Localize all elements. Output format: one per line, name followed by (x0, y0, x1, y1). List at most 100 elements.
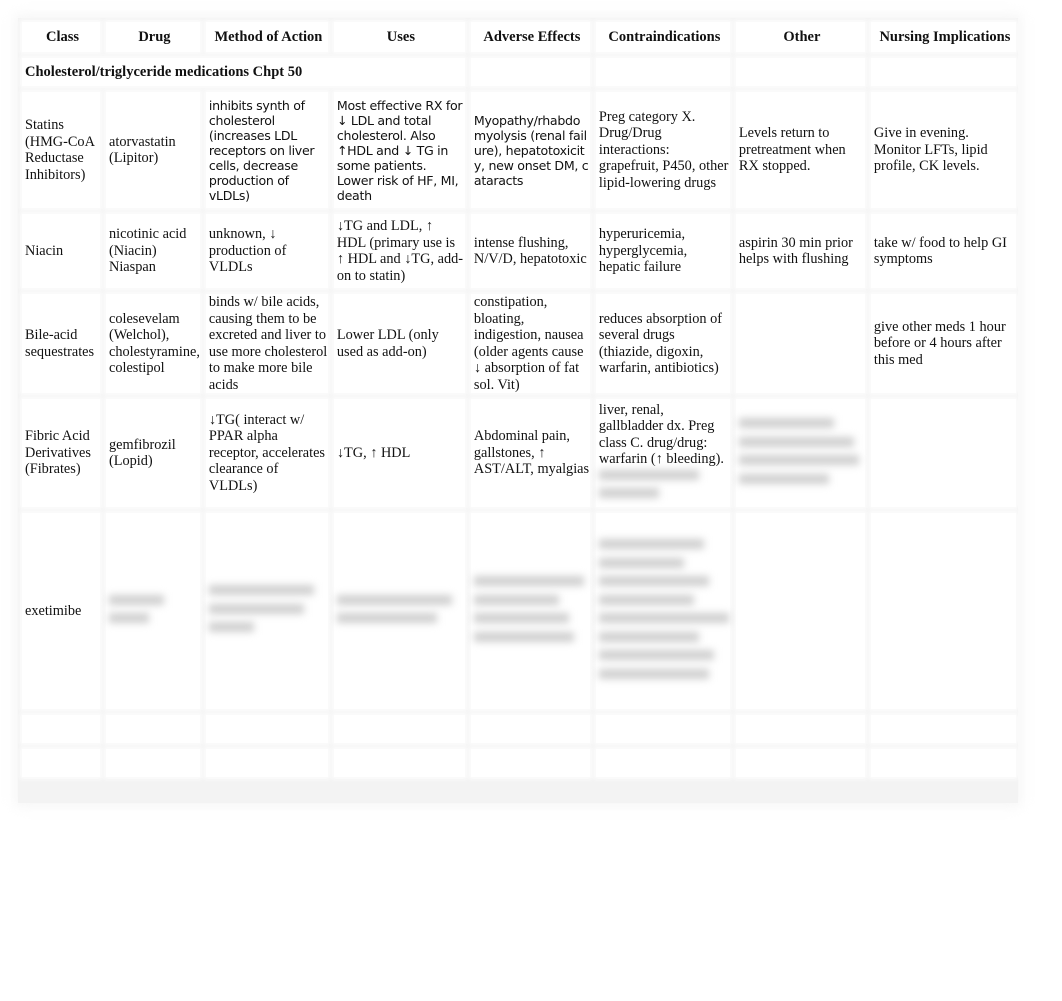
obscured-text (473, 631, 574, 642)
obscured-text (598, 613, 729, 623)
column-header-uses: Uses (333, 22, 465, 52)
empty-cell (22, 749, 100, 777)
obscured-text (336, 613, 437, 623)
cell-contraindications: Preg category X. Drug/Drug interactions:… (595, 92, 730, 208)
cell-method-of-action: ↓TG( interact w/ PPAR alpha receptor, ac… (205, 399, 328, 507)
cell-method-of-action (205, 513, 328, 709)
section-title: Cholesterol/triglyceride medications Chp… (22, 58, 465, 86)
table-row: exetimibe (22, 513, 1016, 709)
empty-cell (205, 715, 328, 743)
column-header-nursing-implications: Nursing Implications (870, 22, 1016, 52)
obscured-text (598, 631, 699, 642)
cell-nursing-implications: take w/ food to help GI symptoms (870, 214, 1016, 288)
empty-cell (470, 58, 590, 86)
cell-uses: Most effective RX for ↓ LDL and total ch… (333, 92, 465, 208)
empty-cell (595, 715, 730, 743)
cell-other (735, 399, 865, 507)
cell-contraindications (595, 513, 730, 709)
empty-cell (870, 58, 1016, 86)
cell-adverse-effects: intense flushing, N/V/D, hepatotoxic (470, 214, 590, 288)
cell-contraindications: hyperuricemia, hyperglycemia, hepatic fa… (595, 214, 730, 288)
cell-class: Niacin (22, 214, 100, 288)
cell-contraindications: reduces absorption of several drugs (thi… (595, 294, 730, 393)
cell-drug: nicotinic acid (Niacin) Niaspan (106, 214, 200, 288)
empty-cell (470, 749, 590, 777)
obscured-text (738, 455, 859, 465)
obscured-text (738, 436, 854, 447)
obscured-text (109, 613, 149, 623)
empty-cell (870, 749, 1016, 777)
table-row: Statins (HMG-CoA Reductase Inhibitors) a… (22, 92, 1016, 208)
cell-drug: atorvastatin (Lipitor) (106, 92, 200, 208)
empty-cell (470, 715, 590, 743)
obscured-text (598, 594, 694, 605)
cell-other: Levels return to pretreatment when RX st… (735, 92, 865, 208)
cell-other (735, 513, 865, 709)
cell-uses: ↓TG, ↑ HDL (333, 399, 465, 507)
obscured-text (473, 613, 569, 623)
obscured-text (208, 622, 254, 633)
table-row: Fibric Acid Derivatives (Fibrates) gemfi… (22, 399, 1016, 507)
obscured-text (598, 539, 704, 549)
obscured-text (598, 576, 709, 586)
table-row (22, 749, 1016, 777)
cell-nursing-implications (870, 513, 1016, 709)
cell-nursing-implications: give other meds 1 hour before or 4 hours… (870, 294, 1016, 393)
medication-table: Class Drug Method of Action Uses Adverse… (16, 16, 1022, 783)
empty-cell (106, 715, 200, 743)
section-row: Cholesterol/triglyceride medications Chp… (22, 58, 1016, 86)
column-header-contraindications: Contraindications (595, 22, 730, 52)
empty-cell (870, 715, 1016, 743)
cell-drug: colesevelam (Welchol), cholestyramine, c… (106, 294, 200, 393)
obscured-text (738, 418, 834, 428)
obscured-text (598, 488, 659, 498)
contraindications-text: liver, renal, gallbladder dx. Preg class… (598, 401, 724, 468)
empty-cell (735, 715, 865, 743)
cell-drug: gemfibrozil (Lopid) (106, 399, 200, 507)
cell-method-of-action: binds w/ bile acids, causing them to be … (205, 294, 328, 393)
cell-class: Fibric Acid Derivatives (Fibrates) (22, 399, 100, 507)
cell-adverse-effects (470, 513, 590, 709)
header-row: Class Drug Method of Action Uses Adverse… (22, 22, 1016, 52)
empty-cell (205, 749, 328, 777)
empty-cell (735, 58, 865, 86)
cell-uses: ↓TG and LDL, ↑ HDL (primary use is ↑ HDL… (333, 214, 465, 288)
obscured-text (473, 576, 584, 586)
obscured-text (473, 594, 559, 605)
empty-cell (735, 749, 865, 777)
table-row: Bile-acid sequestrates colesevelam (Welc… (22, 294, 1016, 393)
column-header-class: Class (22, 22, 100, 52)
obscured-text (208, 603, 304, 614)
column-header-other: Other (735, 22, 865, 52)
cell-nursing-implications: Give in evening. Monitor LFTs, lipid pro… (870, 92, 1016, 208)
empty-cell (595, 58, 730, 86)
obscured-text (598, 469, 699, 480)
obscured-text (598, 557, 684, 568)
cell-other (735, 294, 865, 393)
cell-adverse-effects: constipation, bloating, indigestion, nau… (470, 294, 590, 393)
column-header-adverse-effects: Adverse Effects (470, 22, 590, 52)
empty-cell (333, 749, 465, 777)
cell-uses (333, 513, 465, 709)
empty-cell (22, 715, 100, 743)
cell-adverse-effects: Abdominal pain, gallstones, ↑ AST/ALT, m… (470, 399, 590, 507)
obscured-text (738, 473, 829, 484)
cell-class: exetimibe (22, 513, 100, 709)
cell-other: aspirin 30 min prior helps with flushing (735, 214, 865, 288)
cell-contraindications: liver, renal, gallbladder dx. Preg class… (595, 399, 730, 507)
empty-cell (595, 749, 730, 777)
cell-class: Statins (HMG-CoA Reductase Inhibitors) (22, 92, 100, 208)
obscured-text (598, 650, 714, 660)
empty-cell (106, 749, 200, 777)
obscured-text (208, 585, 314, 596)
cell-adverse-effects: Myopathy/rhabdomyolysis (renal failure),… (470, 92, 590, 208)
cell-class: Bile-acid sequestrates (22, 294, 100, 393)
empty-cell (333, 715, 465, 743)
cell-uses: Lower LDL (only used as add-on) (333, 294, 465, 393)
cell-method-of-action: unknown, ↓ production of VLDLs (205, 214, 328, 288)
cell-drug (106, 513, 200, 709)
obscured-text (109, 594, 164, 605)
table-row (22, 715, 1016, 743)
cell-method-of-action: inhibits synth of cholesterol (increases… (205, 92, 328, 208)
column-header-method-of-action: Method of Action (205, 22, 328, 52)
